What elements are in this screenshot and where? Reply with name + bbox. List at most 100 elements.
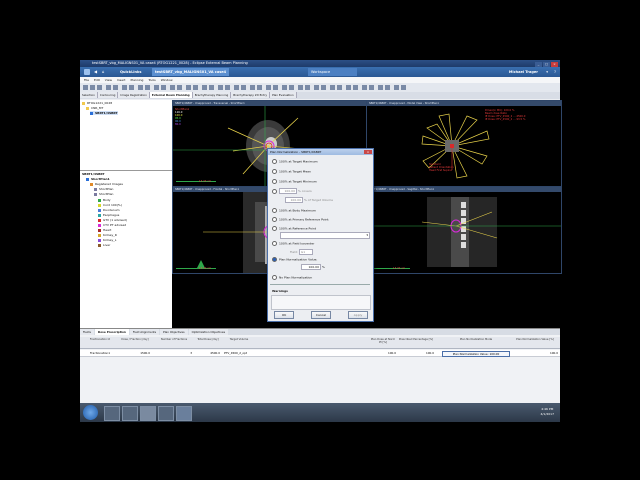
user-name[interactable]: Michael Trager (509, 70, 538, 74)
column-header[interactable]: Total Dose [cGy] (196, 338, 220, 341)
tab-selection[interactable]: Selection (80, 92, 98, 98)
toolbar-tool-icon[interactable] (305, 85, 310, 90)
volume-input[interactable]: 100.00 (285, 197, 303, 203)
covers-input[interactable]: 100.00 (279, 188, 297, 194)
menu-edit[interactable]: Edit (94, 78, 100, 82)
toolbar-tool-icon[interactable] (250, 85, 255, 90)
option-body-maximum[interactable]: 100% at Body Maximum (272, 208, 316, 213)
toolbar-tool-icon[interactable] (241, 85, 246, 90)
option-reference-point[interactable]: 100% at Reference Point (272, 226, 316, 231)
cancel-button[interactable]: Cancel (311, 311, 331, 319)
help-icon[interactable]: ? (554, 70, 556, 74)
radio-button[interactable] (272, 159, 277, 164)
option-target-maximum[interactable]: 100% at Target Maximum (272, 159, 318, 164)
toolbar-tool-icon[interactable] (394, 85, 399, 90)
toolbar-tool-icon[interactable] (97, 85, 102, 90)
option-primary-reference-point[interactable]: 100% at Primary Reference Point (272, 217, 329, 222)
structure-item[interactable]: Kidney_R (98, 233, 117, 237)
structure-item[interactable]: Liver (98, 243, 110, 247)
user-dropdown-icon[interactable]: ▾ (546, 70, 548, 74)
clock[interactable]: 4:46 PM 4/1/2017 (541, 407, 554, 417)
tree-item[interactable]: ShortPlan (94, 187, 113, 191)
toolbar-tool-icon[interactable] (225, 85, 230, 90)
tab-plan-objectives[interactable]: Plan Objectives (160, 329, 188, 335)
toolbar-tool-icon[interactable] (266, 85, 271, 90)
structure-item[interactable]: Cord 100(%) (98, 203, 122, 207)
toolbar-tool-icon[interactable] (122, 85, 127, 90)
toolbar-tool-icon[interactable] (273, 85, 278, 90)
toolbar-tool-icon[interactable] (202, 85, 207, 90)
structure-item[interactable]: Heart (98, 228, 111, 232)
toolbar-tool-icon[interactable] (353, 85, 358, 90)
tab-optimization-objectives[interactable]: Optimization Objectives (188, 329, 229, 335)
toolbar-tool-icon[interactable] (385, 85, 390, 90)
toolbar-tool-icon[interactable] (209, 85, 214, 90)
radio-button[interactable] (272, 169, 277, 174)
column-header[interactable]: Number of Fractions (156, 338, 192, 341)
dialog-close-button[interactable]: × (364, 150, 372, 154)
toolbar-tool-icon[interactable] (138, 85, 143, 90)
tree-item[interactable]: ShortPlan (94, 192, 113, 196)
start-button[interactable] (83, 405, 98, 420)
tree-item[interactable]: Registered Images (90, 182, 123, 186)
structure-item[interactable]: Body (98, 198, 111, 202)
toolbar-tool-icon[interactable] (289, 85, 294, 90)
toolbar-tool-icon[interactable] (218, 85, 223, 90)
column-header[interactable]: Plan Normalization Mode (456, 338, 496, 341)
toolbar-tool-icon[interactable] (378, 85, 383, 90)
option-no-normalization[interactable]: No Plan Normalization (272, 275, 312, 280)
radio-button[interactable] (272, 275, 277, 280)
toolbar-tool-icon[interactable] (369, 85, 374, 90)
toolbar-tool-icon[interactable] (161, 85, 166, 90)
option-covers[interactable]: 100.00 % covers (272, 188, 312, 194)
column-header[interactable]: Target Volume (224, 338, 254, 341)
tab-external-beam-planning[interactable]: External Beam Planning (149, 92, 193, 98)
toolbar-tool-icon[interactable] (298, 85, 303, 90)
dialog-titlebar[interactable]: Plan Normalization - SBRT1/4SBRT × (268, 149, 373, 155)
radio-button[interactable] (272, 217, 277, 222)
toolbar-tool-icon[interactable] (362, 85, 367, 90)
viewport-sagittal[interactable]: SBRT1/4SBRT - Unapproved - Sagittal - Sh… (366, 186, 562, 274)
option-target-minimum[interactable]: 100% at Target Minimum (272, 179, 317, 184)
radio-button[interactable] (272, 208, 277, 213)
back-icon[interactable]: ◀ (94, 69, 97, 74)
toolbar-tool-icon[interactable] (337, 85, 342, 90)
patient-tab[interactable]: testSBRT_vbg_MALIGNS01_VA case4 (RTOG122… (152, 68, 229, 82)
toolbar-tool-icon[interactable] (170, 85, 175, 90)
toolbar-tool-icon[interactable] (106, 85, 111, 90)
reference-point-dropdown[interactable]: ▾ (280, 232, 370, 239)
eclipse-icon[interactable] (140, 406, 156, 421)
radio-button-selected[interactable] (272, 257, 277, 262)
structure-item[interactable]: Esophagus (98, 213, 119, 217)
normalization-mode-cell[interactable]: Plan Normalization Value: 100.00 (442, 351, 510, 357)
app-icon[interactable] (176, 406, 192, 421)
menu-insert[interactable]: Insert (117, 78, 126, 82)
option-field-isocenter[interactable]: 100% at Field Isocenter (272, 241, 314, 246)
tab-brachytherapy-planning[interactable]: Brachytherapy Planning (192, 92, 232, 98)
home-icon[interactable]: ⌂ (102, 69, 105, 74)
menu-tools[interactable]: Tools (148, 78, 155, 82)
toolbar-tool-icon[interactable] (186, 85, 191, 90)
workspace-tab[interactable]: Workspace (308, 68, 357, 76)
tab-image-registration[interactable]: Image Registration (118, 92, 150, 98)
window-titlebar[interactable]: testSBRT_vbg_MALIGNS01_VA case4 (RTOG122… (80, 60, 560, 67)
tab-dose-prescription[interactable]: Dose Prescription (94, 329, 129, 335)
app-icon[interactable] (122, 406, 138, 421)
toolbar-tool-icon[interactable] (330, 85, 335, 90)
column-header[interactable]: Plan Normalization Value [%] (512, 338, 558, 341)
radio-button[interactable] (272, 226, 277, 231)
normalization-value-input[interactable]: 100.00 (301, 264, 321, 270)
menu-file[interactable]: File (84, 78, 89, 82)
toolbar-tool-icon[interactable] (257, 85, 262, 90)
toolbar-tool-icon[interactable] (113, 85, 118, 90)
apply-button[interactable]: Apply (348, 311, 368, 319)
menu-planning[interactable]: Planning (130, 78, 143, 82)
column-header[interactable]: Dose / Fraction [cGy] (120, 338, 150, 341)
column-header[interactable]: Plan Dose at Norm Pt [%] (370, 338, 396, 344)
radio-button[interactable] (272, 188, 277, 194)
ok-button[interactable]: OK (274, 311, 294, 319)
tree-item[interactable]: ShortPlan1 (86, 177, 110, 181)
tab-plan-evaluation[interactable]: Plan Evaluation (270, 92, 297, 98)
radio-button[interactable] (272, 179, 277, 184)
toolbar-tool-icon[interactable] (154, 85, 159, 90)
